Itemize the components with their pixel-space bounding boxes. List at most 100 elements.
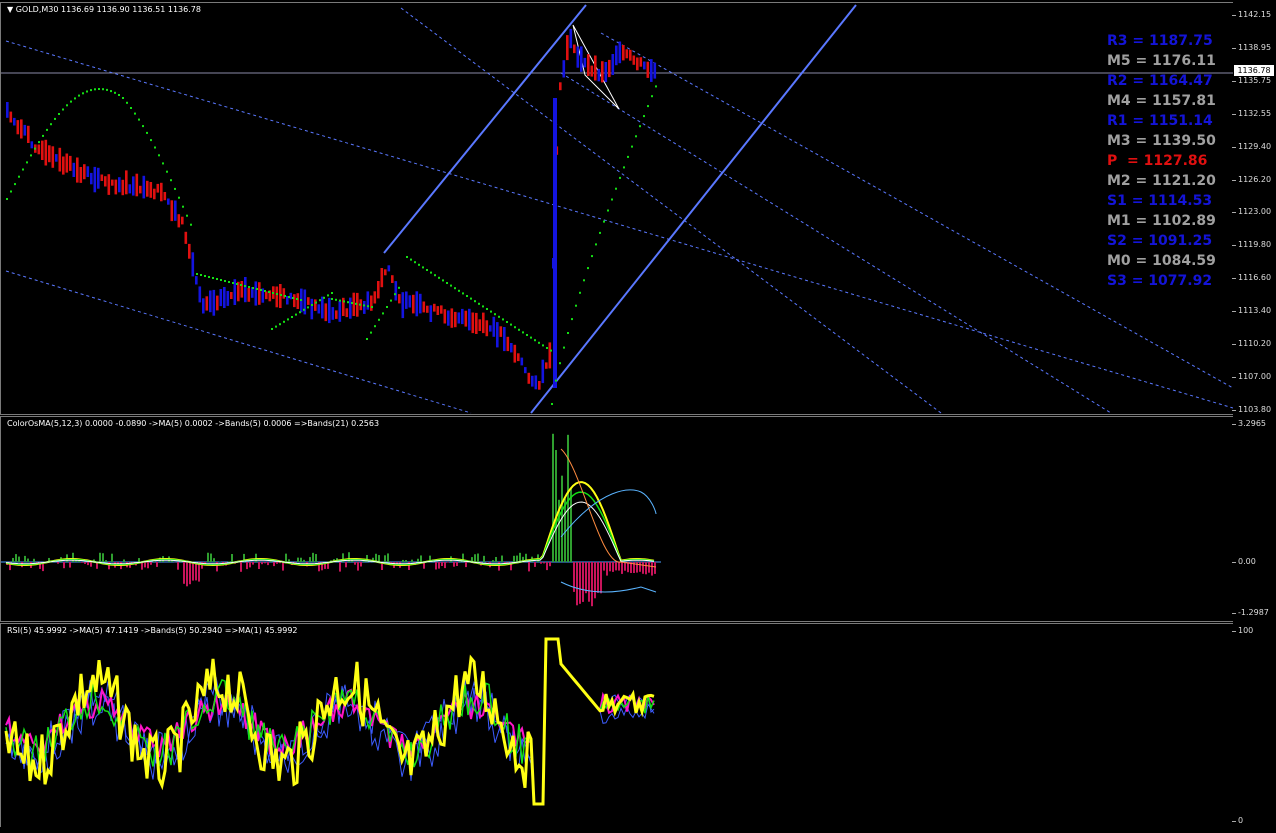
- osma-canvas[interactable]: [1, 417, 1233, 621]
- sar-dot: [466, 295, 468, 297]
- sar-dot: [619, 176, 621, 179]
- osma-bar: [192, 562, 194, 581]
- candle: [51, 146, 55, 168]
- osma-bar: [147, 562, 149, 569]
- osma-bar: [339, 562, 341, 572]
- sar-dot: [26, 161, 28, 164]
- candle: [485, 320, 489, 337]
- sar-dot: [122, 97, 124, 99]
- candle: [195, 276, 198, 285]
- time-axis: [0, 827, 1276, 833]
- osma-bar: [153, 561, 155, 562]
- osma-bar: [456, 562, 458, 566]
- osma-bar: [384, 555, 386, 563]
- sar-dot: [158, 154, 160, 157]
- candle: [471, 312, 475, 334]
- osma-bar: [567, 434, 569, 563]
- candle: [226, 291, 230, 306]
- candle: [209, 290, 212, 313]
- osma-bar: [549, 562, 551, 567]
- axis-tick-label: 1116.60: [1231, 273, 1272, 283]
- osma-bar: [501, 555, 503, 563]
- candle: [562, 60, 566, 78]
- candle: [370, 295, 373, 311]
- dropdown-triangle-icon[interactable]: ▼: [7, 5, 13, 14]
- osma-bar: [615, 562, 617, 571]
- candle: [436, 306, 440, 315]
- sar-dot: [174, 187, 176, 190]
- price-chart-canvas[interactable]: [1, 3, 1233, 414]
- osma-bar: [12, 557, 14, 562]
- sar-dot: [46, 128, 48, 131]
- axis-tick-label: 1126.20: [1231, 174, 1272, 184]
- osma-bar: [240, 562, 242, 572]
- candle: [405, 291, 408, 309]
- osma-bar: [417, 558, 419, 562]
- price-chart-pane[interactable]: ▼ GOLD,M30 1136.69 1136.90 1136.51 1136.…: [0, 2, 1234, 415]
- osma-bar: [534, 562, 536, 567]
- osma-bar: [267, 562, 269, 566]
- candle: [583, 57, 587, 68]
- candle: [79, 167, 83, 183]
- osma-bar: [465, 562, 467, 568]
- axis-tick-label: 0.00: [1232, 557, 1256, 566]
- sar-dot: [430, 271, 432, 274]
- axis-tick-label: 1132.55: [1231, 108, 1272, 118]
- sar-dot: [252, 287, 254, 289]
- pivot-level: S1 = 1114.53: [1107, 193, 1213, 209]
- rsi-canvas[interactable]: [1, 624, 1233, 827]
- sar-dot: [458, 289, 460, 292]
- osma-bar: [144, 562, 146, 568]
- pivot-level: S2 = 1091.25: [1107, 233, 1213, 249]
- candle: [625, 49, 629, 59]
- candle: [310, 298, 314, 320]
- sar-dot: [220, 279, 222, 281]
- sar-dot: [244, 285, 246, 287]
- sar-dot: [34, 147, 36, 150]
- sar-dot: [550, 349, 552, 352]
- candle: [293, 294, 296, 308]
- sar-dot: [446, 282, 448, 284]
- osma-indicator-pane[interactable]: ColorOsMA(5,12,3) 0.0000 -0.0890 ->MA(5)…: [0, 416, 1234, 622]
- candle: [419, 293, 422, 314]
- axis-tick-label: 1107.00: [1231, 371, 1272, 381]
- osma-bar: [516, 555, 518, 562]
- candle: [510, 343, 513, 353]
- sar-dot: [182, 205, 184, 208]
- candle: [398, 294, 401, 304]
- axis-tick-label: 1142.15: [1231, 10, 1272, 19]
- candle: [545, 362, 548, 369]
- osma-bar: [420, 555, 422, 562]
- price-axis[interactable]: 1142.15 1138.95 1135.75 1132.55 1129.40 1126.…: [1231, 2, 1276, 415]
- rsi-indicator-pane[interactable]: RSI(5) 45.9992 ->MA(5) 47.1419 ->Bands(5…: [0, 623, 1234, 828]
- candle: [114, 179, 118, 195]
- candle: [594, 55, 597, 81]
- sar-dot: [146, 131, 148, 134]
- sar-dot: [126, 101, 128, 104]
- pivot-level: M2 = 1121.20: [1107, 173, 1216, 189]
- candle: [636, 57, 639, 71]
- osma-bar: [513, 555, 515, 563]
- candle: [499, 326, 503, 337]
- sar-dot: [62, 108, 64, 111]
- sar-dot: [200, 274, 202, 276]
- candle: [548, 342, 552, 369]
- sar-dot: [462, 292, 464, 295]
- osma-bar: [477, 553, 479, 563]
- candle: [415, 291, 419, 317]
- candle: [597, 69, 601, 82]
- sar-dot: [303, 308, 305, 311]
- candle: [156, 183, 160, 193]
- candle: [363, 301, 366, 314]
- osma-bar: [288, 559, 290, 563]
- candle: [604, 62, 608, 83]
- sar-dot: [248, 286, 250, 288]
- sar-dot: [335, 298, 337, 301]
- sar-dot: [370, 331, 372, 334]
- osma-bar: [78, 560, 80, 563]
- candle: [608, 59, 611, 78]
- sar-dot: [260, 289, 262, 291]
- osma-bar: [63, 562, 65, 569]
- candle: [492, 316, 496, 337]
- candle: [387, 265, 391, 272]
